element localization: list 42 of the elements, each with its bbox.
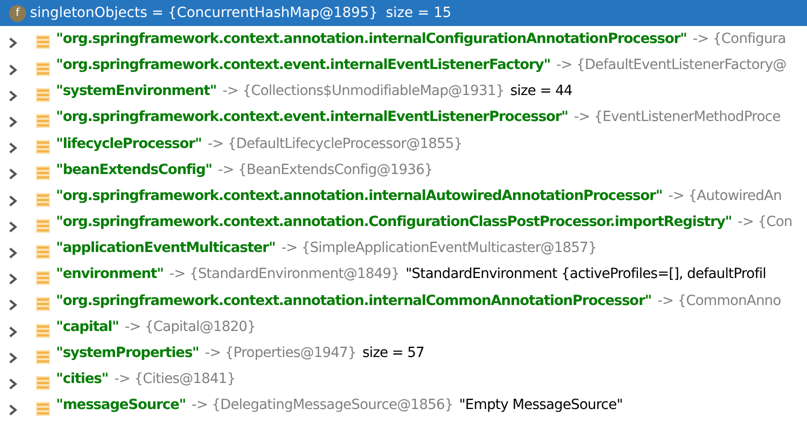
entry-key: "environment" (56, 264, 164, 286)
entry-reference: -> {Capital@1820} (124, 318, 256, 337)
entry-key: "org.springframework.context.event.internalEventListenerFactory" (56, 54, 550, 76)
entry-value: size = 57 (362, 344, 424, 364)
entry-reference: -> {AutowiredAn (668, 186, 782, 206)
entry-key: "lifecycleProcessor" (56, 134, 202, 155)
map-entry-icon (36, 163, 50, 178)
entry-reference: -> {StandardEnvironment@1849} (169, 265, 400, 284)
field-icon: f (9, 4, 26, 22)
entry-value: "Empty MessageSource" (459, 396, 623, 416)
size-label: size = 15 (386, 4, 452, 23)
entry-value: "StandardEnvironment {activeProfiles=[], defaultProfil (406, 265, 766, 284)
entry-reference: -> {CommonAnno (657, 292, 781, 311)
entry-key: "org.springframework.context.annotation.internalConfigurationAnnotationProcessor" (56, 28, 687, 50)
entry-key: "capital" (56, 316, 119, 338)
entry-reference: -> {BeanExtendsConfig@1936} (218, 160, 433, 180)
map-entry-icon (36, 294, 50, 308)
entry-value: size = 44 (510, 82, 572, 102)
entry-key: "cities" (56, 369, 108, 390)
map-entry-icon (36, 32, 50, 46)
map-entry-icon (36, 137, 50, 152)
entry-key: "applicationEventMulticaster" (56, 238, 276, 260)
entry-reference: -> {SimpleApplicationEventMulticaster@1857} (281, 239, 597, 258)
entry-key: "systemEnvironment" (56, 81, 216, 102)
entry-key: "systemProperties" (56, 343, 199, 364)
entry-key: "beanExtendsConfig" (56, 160, 212, 181)
entry-key: "org.springframework.context.event.internalEventListenerProcessor" (56, 107, 568, 128)
entry-reference: -> {Collections$UnmodifiableMap@1931} (222, 82, 504, 102)
entry-key: "org.springframework.context.annotation.internalAutowiredAnnotationProcessor" (56, 186, 662, 207)
entry-key: "org.springframework.context.annotation.ConfigurationClassPostProcessor.importRegistry" (56, 212, 732, 234)
entry-reference: -> {Properties@1947} (204, 344, 356, 364)
entry-reference: -> {DefaultEventListenerFactory@ (556, 56, 786, 75)
entry-reference: -> {Con (738, 213, 792, 232)
entry-reference: -> {Cities@1841} (114, 370, 236, 390)
entry-reference: -> {DefaultLifecycleProcessor@1855} (208, 134, 462, 154)
entry-reference: -> {Configura (692, 30, 786, 49)
variable-label: singletonObjects = {ConcurrentHashMap@1895} (30, 4, 378, 23)
entry-reference: -> {EventListenerMethodProce (574, 108, 780, 128)
entry-key: "org.springframework.context.annotation.internalCommonAnnotationProcessor" (56, 290, 652, 312)
entry-key: "messageSource" (56, 395, 186, 416)
selected-tree-row[interactable]: f singletonObjects = {ConcurrentHashMap@1895} size = 15 (0, 0, 807, 26)
entry-reference: -> {DelegatingMessageSource@1856} (192, 396, 454, 416)
